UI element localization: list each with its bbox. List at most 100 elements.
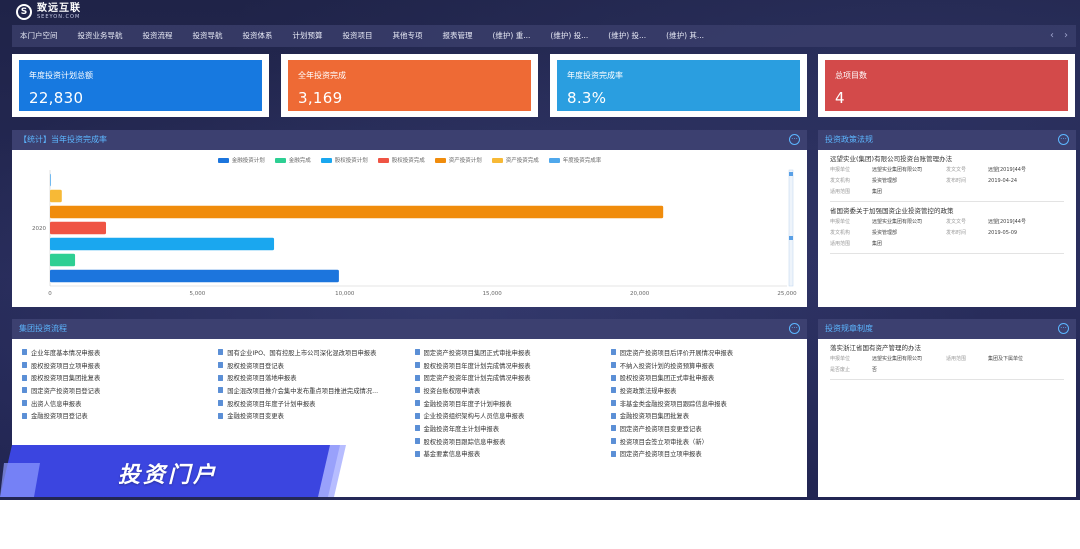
ellipsis-circle-icon[interactable]: ··· <box>1058 323 1069 334</box>
document-icon <box>610 450 616 457</box>
document-icon <box>610 374 616 381</box>
meta-key: 发布时间 <box>946 230 967 236</box>
stat-label: 年度投资计划总额 <box>29 71 93 80</box>
process-item[interactable]: 不纳入投资计划的投资预算申报表 <box>610 359 801 372</box>
list-item-title[interactable]: 落实浙江省国有资产管理的办法 <box>830 343 1064 354</box>
process-item[interactable]: 股权投资项目年度计划完成情况申报表 <box>414 359 605 372</box>
process-item[interactable]: 股权投资项目登记表 <box>218 359 408 372</box>
logo-cn-text: 致远互联 <box>37 3 81 14</box>
legend-item[interactable]: 股权投资计划 <box>320 156 368 164</box>
bar-4[interactable] <box>50 205 664 219</box>
process-item[interactable]: 金融投资项目变更表 <box>218 409 408 422</box>
process-item[interactable]: 非基金类金融投资项目跟踪信息申报表 <box>610 397 801 410</box>
nav-prev-icon[interactable]: ‹ <box>1050 25 1054 47</box>
stat-card-complete-inner[interactable]: 全年投资完成 3,169 <box>288 60 531 111</box>
nav-item[interactable]: 投资业务导航 <box>68 25 133 47</box>
ellipsis-circle-icon[interactable]: ··· <box>789 323 800 334</box>
chart-legend: 金融投资计划 金融完成 股权投资计划 股权投资完成 资产投资计划 资产投资完成 年度投资完成… <box>12 156 807 164</box>
nav-item[interactable]: 本门户空间 <box>12 25 68 47</box>
document-icon <box>218 400 224 407</box>
process-item[interactable]: 固定资产投资项目后评价开展情况申报表 <box>610 346 801 359</box>
process-item[interactable]: 投资政策法规申报表 <box>610 384 801 397</box>
document-icon <box>414 412 420 419</box>
process-item-label: 股权投资项目集团批复表 <box>31 375 101 383</box>
process-item-label: 金融投资项目年度子计划申报表 <box>423 400 512 408</box>
list-item-title[interactable]: 省国资委关于加强国资企业投资管控的政策 <box>830 206 1064 217</box>
bar-2[interactable] <box>50 237 275 251</box>
nav-item[interactable]: 报表管理 <box>433 25 483 47</box>
nav-next-icon[interactable]: › <box>1064 25 1068 47</box>
process-item[interactable]: 基金要素信息申报表 <box>414 448 605 461</box>
process-item[interactable]: 股权投资项目跟踪信息申报表 <box>414 435 605 448</box>
process-item[interactable]: 股权投资项目年度子计划申报表 <box>218 397 408 410</box>
nav-item[interactable]: 其他专项 <box>383 25 433 47</box>
list-item[interactable]: 落实浙江省国有资产管理的办法 申报单位 远望实业集团有限公司 适用范围 集团及下属单位是… <box>830 339 1064 380</box>
process-item[interactable]: 股权投资项目集团正式审批申报表 <box>610 371 801 384</box>
process-item[interactable]: 投资台账权限申请表 <box>414 384 605 397</box>
process-item[interactable]: 出资人信息申报表 <box>22 397 212 410</box>
process-item[interactable]: 国有企业IPO、国有控股上市公司深化混改项目申报表 <box>218 346 408 359</box>
bar-1[interactable] <box>50 253 76 267</box>
meta-key: 发文文号 <box>946 167 967 173</box>
legend-item[interactable]: 年度投资完成率 <box>548 156 601 164</box>
process-item-label: 不纳入投资计划的投资预算申报表 <box>619 362 715 370</box>
stat-card-projects-inner[interactable]: 总项目数 4 <box>825 60 1068 111</box>
x-tick-label: 10,000 <box>335 291 355 297</box>
stat-card-rate-inner[interactable]: 年度投资完成率 8.3% <box>557 60 800 111</box>
process-item[interactable]: 金融投资项目集团批复表 <box>610 409 801 422</box>
stat-value: 3,169 <box>298 89 343 107</box>
process-item[interactable]: 金融投资年度主计划申报表 <box>414 422 605 435</box>
document-icon <box>610 362 616 369</box>
nav-item[interactable]: (维护) 重... <box>483 25 541 47</box>
nav-item[interactable]: (维护) 投... <box>540 25 598 47</box>
bar-0[interactable] <box>50 269 339 283</box>
process-item[interactable]: 股权投资项目立项申报表 <box>22 359 212 372</box>
meta-key: 发文文号 <box>946 219 967 225</box>
x-tick-label: 0 <box>48 291 52 297</box>
process-item[interactable]: 固定资产投资项目变更登记表 <box>610 422 801 435</box>
stat-card-plan-inner[interactable]: 年度投资计划总额 22,830 <box>19 60 262 111</box>
process-item[interactable]: 固定资产投资项目立项申报表 <box>610 448 801 461</box>
process-item[interactable]: 股权投资项目落地申报表 <box>218 371 408 384</box>
nav-item[interactable]: 计划预算 <box>283 25 333 47</box>
bar-5[interactable] <box>50 189 62 203</box>
process-item[interactable]: 股权投资项目集团批复表 <box>22 371 212 384</box>
legend-item[interactable]: 股权投资完成 <box>377 156 425 164</box>
process-item-label: 投资台账权限申请表 <box>423 387 481 395</box>
nav-item[interactable]: (维护) 其... <box>656 25 714 47</box>
ellipsis-circle-icon[interactable]: ··· <box>1058 134 1069 145</box>
legend-item[interactable]: 金融完成 <box>274 156 311 164</box>
stat-value: 4 <box>835 89 845 107</box>
ellipsis-circle-icon[interactable]: ··· <box>789 134 800 145</box>
list-item[interactable]: 省国资委关于加强国资企业投资管控的政策 申报单位 远望实业集团有限公司 发文文号 远望[… <box>830 202 1064 254</box>
rules-panel: 投资规章制度 ··· 落实浙江省国有资产管理的办法 申报单位 远望实业集团有限公司 适… <box>818 319 1076 497</box>
chart-scrollbar-track <box>788 169 794 287</box>
nav-item[interactable]: 投资体系 <box>233 25 283 47</box>
process-item[interactable]: 企业投资组织架构与人员信息申报表 <box>414 409 605 422</box>
nav-item[interactable]: (维护) 投... <box>598 25 656 47</box>
nav-item[interactable]: 投资流程 <box>133 25 183 47</box>
bar-3[interactable] <box>50 221 107 235</box>
chart-scroll-handle-top <box>789 172 793 176</box>
document-icon <box>22 387 27 394</box>
logo: S 致远互联 SEEYON.COM <box>16 4 81 20</box>
legend-item[interactable]: 资产投资计划 <box>434 156 482 164</box>
nav-item[interactable]: 投资项目 <box>333 25 383 47</box>
nav-item[interactable]: 投资导航 <box>183 25 233 47</box>
process-item-label: 国有企业IPO、国有控股上市公司深化混改项目申报表 <box>227 349 377 357</box>
process-item-label: 基金要素信息申报表 <box>423 451 481 459</box>
process-item[interactable]: 国企混改项目推介会集中发布重点项目推进完成情况... <box>218 384 408 397</box>
bar-6[interactable] <box>50 173 51 187</box>
process-item[interactable]: 金融投资项目年度子计划申报表 <box>414 397 605 410</box>
list-item[interactable]: 远望实业(集团)有限公司投资台账管理办法 申报单位 远望实业集团有限公司 发文文号 远望… <box>830 150 1064 202</box>
process-item[interactable]: 企业年度基本情况申报表 <box>22 346 212 359</box>
process-item[interactable]: 投资项目会签立项审批表（新） <box>610 435 801 448</box>
legend-item[interactable]: 金融投资计划 <box>217 156 265 164</box>
legend-item[interactable]: 资产投资完成 <box>491 156 539 164</box>
process-item[interactable]: 固定资产投资项目集团正式审批申报表 <box>414 346 605 359</box>
document-icon <box>22 349 27 356</box>
list-item-title[interactable]: 远望实业(集团)有限公司投资台账管理办法 <box>830 154 1064 165</box>
process-item[interactable]: 固定资产投资项目登记表 <box>22 384 212 397</box>
process-item[interactable]: 金融投资项目登记表 <box>22 409 212 422</box>
process-item[interactable]: 固定资产投资年度计划完成情况申报表 <box>414 371 605 384</box>
